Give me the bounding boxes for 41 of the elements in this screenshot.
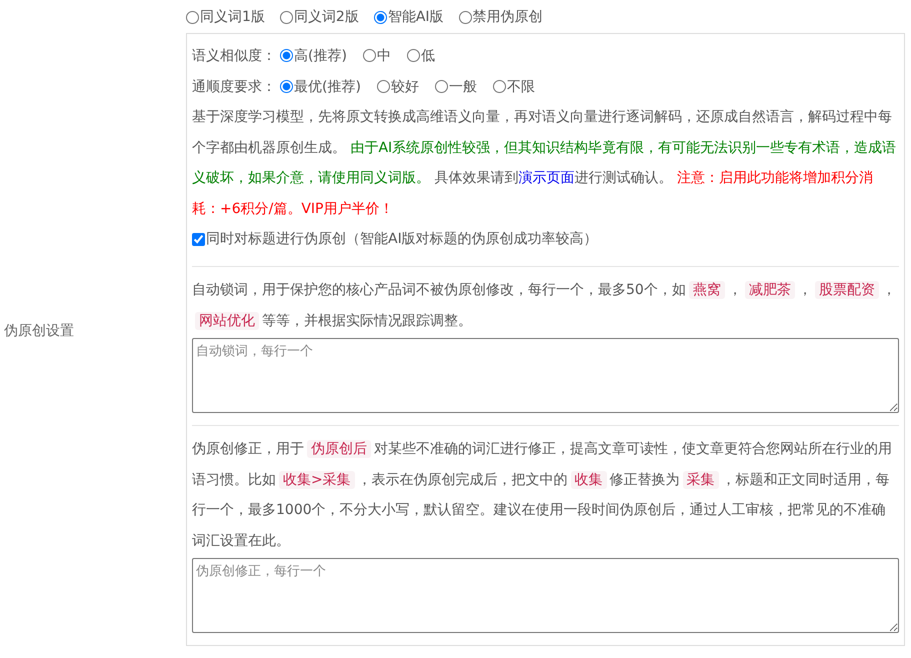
keyword-tag: 收集 <box>570 470 607 488</box>
radio-button[interactable] <box>458 10 472 24</box>
radio-button[interactable] <box>376 80 390 93</box>
radio-option[interactable]: 智能AI版 <box>374 8 444 26</box>
radio-button[interactable] <box>492 80 506 93</box>
lock-words-field[interactable]: 自动锁词，每行一个 <box>192 338 899 413</box>
radio-option[interactable]: 较好 <box>376 78 419 96</box>
keyword-tag: 燕窝 <box>688 281 725 299</box>
radio-button[interactable] <box>280 10 293 24</box>
radio-button[interactable] <box>186 10 199 24</box>
radio-button[interactable] <box>406 49 420 62</box>
radio-option[interactable]: 禁用伪原创 <box>458 8 543 26</box>
field-label: 语义相似度： <box>192 46 276 64</box>
section-label: 伪原创设置 <box>3 322 74 340</box>
radio-button[interactable] <box>280 80 293 93</box>
demo-page-link[interactable]: 演示页面 <box>518 170 574 186</box>
description-text: 基于深度学习模型，先将原文转换成高维语义向量，再对语义向量进行逐词解码，还原成自然语言，解码过程中每个字都由机器原创生成。 由于AI系统原创性较强，但其知识结构毕竟有限，有可能无法识别一些专有术语，造成语义破坏，如果介意，请使用同义词版。 具体效果请到演示页面进行测试确认。 注意：启用此功能将增加积分消耗：+6积分/篇。VIP用户半价！ <box>192 108 898 218</box>
description-text: 伪原创修正，用于 伪原创后 对某些不准确的词汇进行修正，提高文章可读性，使文章更符合您网站所在行业的用语习惯。比如 收集>采集 ，表示在伪原创完成后，把文中的 收集 修正替换为 采集 ，标题和正文同时适用，每行一个，最多1000个，不分大小写，默认留空。建议在使用一段时间伪原创后，通过人工审核，把常见的不准确词汇设置在此。 <box>192 439 893 550</box>
keyword-tag: 网站优化 <box>195 312 259 330</box>
radio-option[interactable]: 高(推荐) <box>280 46 347 64</box>
keyword-tag: 伪原创后 <box>307 440 371 458</box>
keyword-tag: 收集>采集 <box>279 470 355 488</box>
keyword-tag: 采集 <box>682 470 719 488</box>
radio-button[interactable] <box>434 80 448 93</box>
keyword-tag: 股票配资 <box>814 281 879 299</box>
radio-option[interactable]: 低 <box>406 46 435 64</box>
radio-option[interactable]: 最优(推荐) <box>280 78 361 96</box>
field-label: 通顺度要求： <box>192 78 276 96</box>
checkbox[interactable] <box>192 232 205 246</box>
radio-button[interactable] <box>374 10 387 24</box>
keyword-tag: 减肥茶 <box>744 281 795 299</box>
radio-option[interactable]: 中 <box>362 46 391 64</box>
radio-button[interactable] <box>280 49 293 62</box>
radio-option[interactable]: 不限 <box>492 78 535 96</box>
radio-option[interactable]: 同义词2版 <box>280 8 359 26</box>
description-text: 自动锁词，用于保护您的核心产品词不被伪原创修改，每行一个，最多50个，如 燕窝 ， 减肥茶 ， 股票配资 ， 网站优化 等等，并根据实际情况跟踪调整。 <box>192 280 897 332</box>
radio-option[interactable]: 一般 <box>434 78 477 96</box>
radio-button[interactable] <box>362 49 376 62</box>
checkbox-option[interactable]: 同时对标题进行伪原创（智能AI版对标题的伪原创成功率较高） <box>192 230 598 248</box>
correction-field[interactable]: 伪原创修正，每行一个 <box>192 558 899 633</box>
radio-option[interactable]: 同义词1版 <box>186 8 265 26</box>
